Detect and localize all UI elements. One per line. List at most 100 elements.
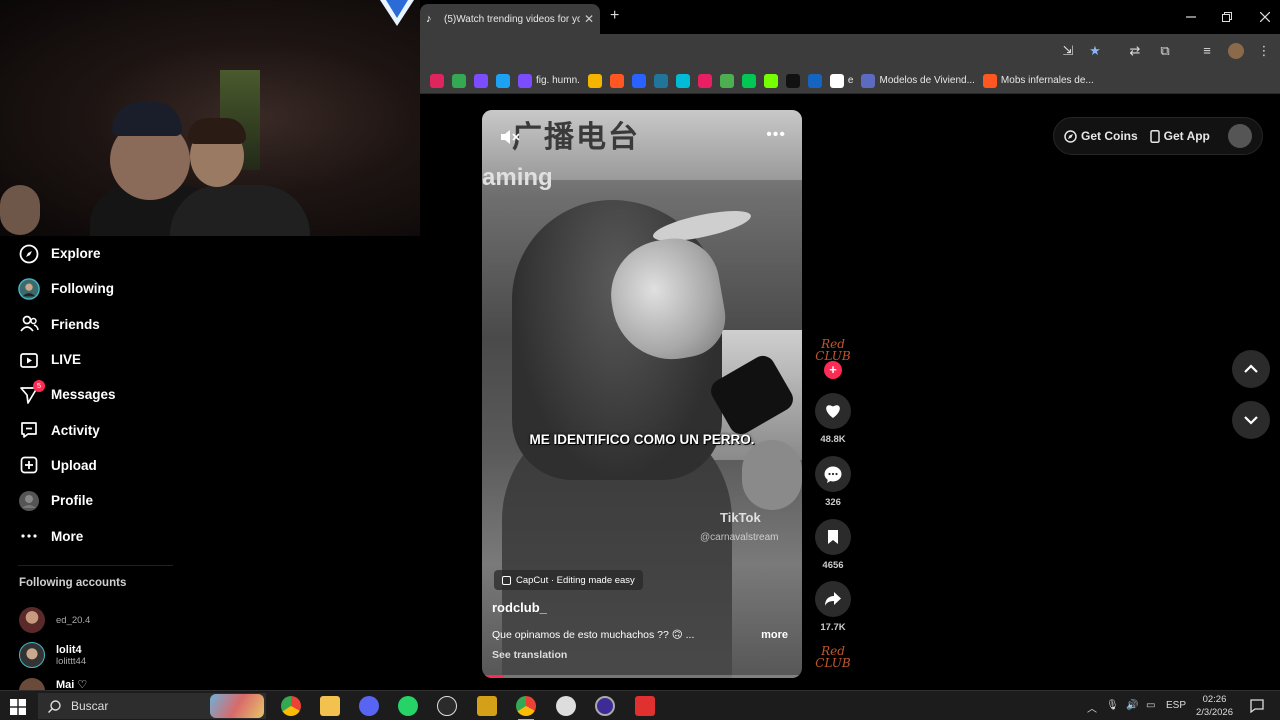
bookmark-item[interactable] [452,73,466,88]
share-action[interactable]: 17.7K [815,581,851,633]
bookmark-item[interactable] [474,73,488,88]
discord-icon[interactable] [359,696,379,716]
tray-chevron-icon[interactable]: ︿ [1087,700,1097,715]
following-account[interactable]: lolit4 lolittt44 [19,642,86,668]
notifications-icon[interactable] [1250,699,1264,713]
sidebar-item-messages[interactable]: 5 Messages [0,377,180,412]
bookmark-favicon-icon [496,73,510,88]
taskbar-clock[interactable]: 02:26 2/3/2026 [1196,693,1233,719]
get-app-button[interactable]: Get App [1149,129,1210,143]
description-more-button[interactable]: more [761,629,788,641]
previous-video-button[interactable] [1232,350,1270,388]
save-action[interactable]: 4656 [815,519,851,571]
bookmark-item[interactable] [741,73,756,88]
heart-icon [826,405,840,418]
get-app-label: Get App [1163,129,1210,143]
install-app-icon[interactable]: ⇲ [1060,43,1076,59]
bookmark-item[interactable] [763,73,778,88]
bookmark-item[interactable]: e [829,73,853,88]
app-circle-icon[interactable] [595,696,615,716]
music-disc[interactable]: Red CLUB [815,645,851,677]
bookmark-item[interactable] [653,73,668,88]
browser-toolbar: ⇲ ★ ⇄ ⧉ ≡ ⋮ [420,34,1280,68]
sidebar-item-friends[interactable]: Friends [0,307,180,342]
restore-icon[interactable] [1222,12,1232,22]
sidebar-item-label: LIVE [51,352,82,368]
get-coins-button[interactable]: Get Coins [1064,129,1138,143]
bookmark-favicon-icon [719,73,734,88]
user-avatar[interactable] [1227,124,1252,148]
bookmark-item[interactable]: fig. humn. [518,73,580,88]
video-more-icon[interactable]: ••• [766,126,786,144]
translate-icon[interactable]: ⇄ [1127,43,1143,59]
minimize-icon[interactable] [1186,12,1196,22]
share-icon [825,592,841,606]
sidebar-item-upload[interactable]: Upload [0,448,180,483]
menu-icon[interactable]: ⋮ [1256,43,1272,59]
bookmarks-bar: fig. humn. e Modelos de Viviend... Mobs inf… [420,68,1280,94]
bookmark-favicon-icon [452,73,466,88]
bookmark-item[interactable] [719,73,734,88]
sidebar-item-live[interactable]: LIVE [0,342,180,377]
sidebar-item-label: More [51,528,84,544]
bookmark-item[interactable] [785,73,800,88]
new-tab-button[interactable]: + [610,7,619,25]
game-app-icon[interactable] [477,696,497,716]
language-indicator[interactable]: ESP [1166,700,1186,711]
close-window-icon[interactable] [1260,12,1270,22]
see-translation-link[interactable]: See translation [492,649,567,661]
media-icon[interactable]: ≡ [1199,43,1215,59]
volume-icon[interactable]: 🔊 [1126,700,1138,711]
file-explorer-icon[interactable] [320,696,340,716]
bookmark-item[interactable] [675,73,690,88]
profile-icon[interactable] [1228,43,1244,59]
taskbar: Buscar ︿ 🎙 🔊 ▭ ESP 02:26 2/3/2026 [0,690,1280,720]
sidebar-item-more[interactable]: More [0,518,180,553]
windows-start-icon[interactable] [10,699,26,715]
follow-plus-button[interactable]: + [824,361,842,379]
bookmark-item[interactable] [587,73,602,88]
bookmark-item[interactable] [430,73,444,88]
following-account[interactable]: Mai ♡ [19,678,87,690]
bookmark-item[interactable] [496,73,510,88]
sidebar-item-following[interactable]: Following [0,271,180,306]
taskbar-search[interactable]: Buscar [38,693,266,719]
network-icon[interactable]: ▭ [1146,700,1155,711]
sidebar-item-profile[interactable]: Profile [0,483,180,518]
save-button[interactable] [815,519,851,555]
webcam-hair [188,118,246,144]
account-username: ed_20.4 [56,614,91,626]
video-progress-bar[interactable] [482,675,802,678]
comment-action[interactable]: 326 [815,456,851,508]
bookmark-item[interactable] [609,73,624,88]
following-account[interactable]: ed_20.4 [19,607,90,633]
obs-icon[interactable] [437,696,457,716]
tab-close-icon[interactable]: ✕ [584,12,594,26]
bookmark-item[interactable] [697,73,712,88]
bookmark-item[interactable] [807,73,822,88]
share-button[interactable] [815,581,851,617]
chrome-app-icon[interactable] [281,696,301,716]
sidebar-item-activity[interactable]: Activity [0,412,180,447]
like-action[interactable]: 48.8K [815,393,851,445]
like-button[interactable] [815,393,851,429]
comment-button[interactable] [815,456,851,492]
video-player[interactable]: 广播电台 aming ••• ME IDENTIFICO COMO UN PER… [482,110,802,678]
bookmark-item[interactable] [631,73,646,88]
extensions-icon[interactable]: ⧉ [1157,43,1173,59]
microphone-icon[interactable]: 🎙 [1106,700,1119,711]
app-red-icon[interactable] [635,696,655,716]
whatsapp-icon[interactable] [398,696,418,716]
next-video-button[interactable] [1232,401,1270,439]
settings-gear-icon[interactable] [556,696,576,716]
bookmark-item[interactable]: Mobs infernales de... [982,73,1094,88]
mute-icon[interactable] [500,128,520,146]
star-icon[interactable]: ★ [1087,43,1103,59]
bookmark-item[interactable]: Modelos de Viviend... [861,73,975,88]
browser-tab[interactable]: ♪ (5)Watch trending videos for yo ✕ [420,4,600,34]
video-author[interactable]: rodclub_ [492,600,547,615]
capcut-tag[interactable]: CapCut · Editing made easy [494,570,643,590]
chrome-active-icon[interactable] [516,696,536,720]
sidebar-item-explore[interactable]: Explore [0,236,180,271]
webcam-person-right-body [170,185,310,236]
